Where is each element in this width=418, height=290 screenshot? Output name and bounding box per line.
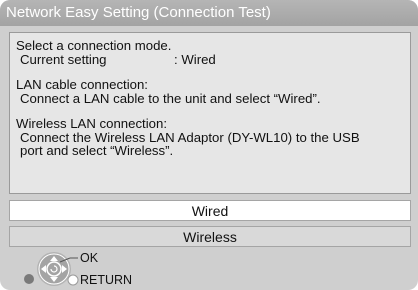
lan-instructions: Connect a LAN cable to the unit and sele… [20, 90, 321, 106]
option-wired[interactable]: Wired [9, 200, 411, 221]
ok-button-icon [46, 261, 62, 277]
lan-heading: LAN cable connection: [16, 77, 148, 92]
side-dot-icon [24, 274, 34, 284]
info-panel: Select a connection mode. Current settin… [9, 32, 411, 194]
wireless-heading: Wireless LAN connection: [16, 116, 167, 131]
current-setting-label: Current setting [20, 51, 107, 67]
current-setting-row: Current setting : Wired [16, 51, 404, 67]
legend-graphics [24, 252, 79, 286]
wireless-instructions-line-1: Connect the Wireless LAN Adaptor (DY-WL1… [20, 129, 360, 145]
wireless-instructions-line-2: port and select “Wireless”. [20, 143, 174, 158]
return-legend-label: RETURN [80, 273, 133, 287]
window-title: Network Easy Setting (Connection Test) [0, 0, 418, 26]
ok-legend-label: OK [80, 251, 99, 265]
return-button-icon [67, 274, 79, 286]
prompt-text: Select a connection mode. [16, 38, 172, 53]
current-setting-value: : Wired [174, 51, 216, 67]
network-easy-setting-screen: Network Easy Setting (Connection Test) S… [0, 0, 418, 290]
dpad-icon [37, 252, 71, 286]
button-legend: OK RETURN [0, 248, 418, 290]
option-wireless[interactable]: Wireless [9, 226, 411, 247]
